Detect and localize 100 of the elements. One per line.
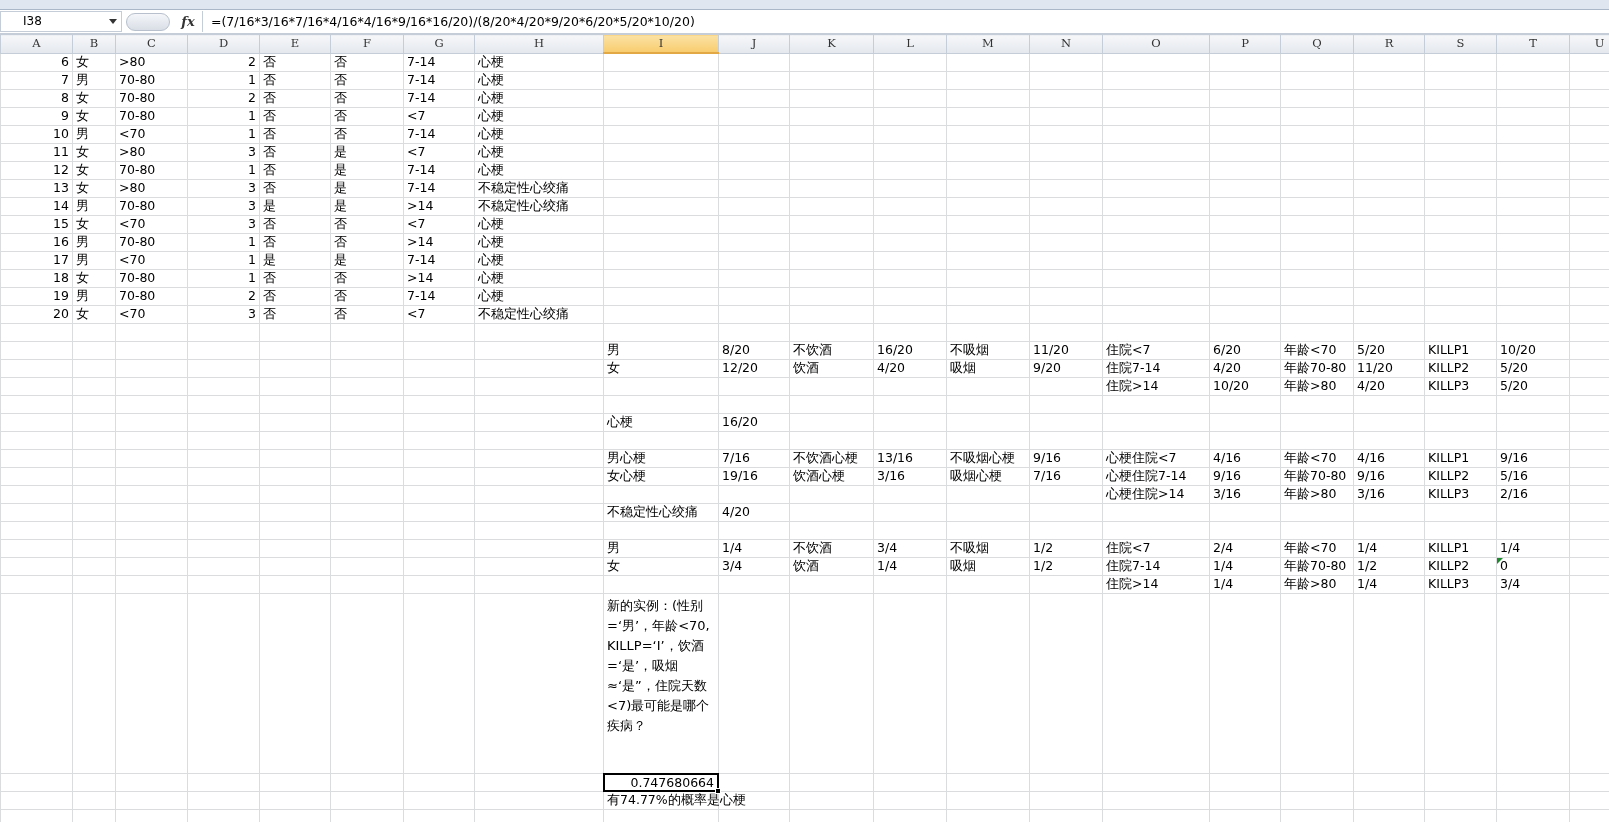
name-box[interactable]: I38 — [0, 11, 122, 32]
column-header[interactable]: D — [187, 34, 260, 54]
column-header[interactable]: N — [1029, 34, 1103, 54]
cell-value: 年龄<70 — [1283, 540, 1338, 556]
cell-value: 1 — [247, 162, 257, 179]
column-header[interactable]: U — [1569, 34, 1609, 54]
cell-value: 5/16 — [1499, 468, 1530, 484]
cell-value: 心梗 — [477, 270, 505, 286]
cell-value: 不饮酒心梗 — [792, 450, 859, 466]
cell-value: 否 — [262, 90, 277, 106]
column-header[interactable]: L — [873, 34, 947, 54]
column-header[interactable]: F — [330, 34, 404, 54]
cell-value: 20 — [52, 306, 70, 323]
cell-value: 心梗 — [606, 414, 634, 430]
cell-value: 1/4 — [1499, 540, 1522, 556]
cell-value: 是 — [262, 198, 277, 214]
cell-value: 6 — [60, 54, 70, 71]
cell-value: >14 — [406, 234, 435, 250]
cell-value: 70-80 — [118, 72, 157, 88]
column-header[interactable]: O — [1102, 34, 1210, 54]
cell-value: 女 — [75, 216, 90, 232]
cell-value: 否 — [333, 306, 348, 322]
cell-value: 否 — [333, 108, 348, 124]
cell-value: 70-80 — [118, 270, 157, 286]
cell-value: 男 — [75, 72, 90, 88]
cell-value: 2 — [247, 54, 257, 71]
cell-value: 5/20 — [1356, 342, 1387, 358]
cell-value: <70 — [118, 126, 147, 142]
cell-value: 新的实例：(性别=‘男’，年龄<70,KILLP=‘I’，饮酒=‘是’，吸烟≈‘是”，住院天数<7)最可能是哪个疾病？ — [606, 596, 711, 735]
column-header[interactable]: A — [0, 34, 73, 54]
cell-value: 是 — [333, 198, 348, 214]
column-header[interactable]: M — [946, 34, 1030, 54]
cell-value: 是 — [333, 252, 348, 268]
formula-field[interactable]: =(7/16*3/16*7/16*4/16*4/16*9/16*16/20)/(8/20*4/20*9/20*6/20*5/20*10/20) — [202, 11, 1609, 32]
cell-value: 1 — [247, 108, 257, 125]
column-header[interactable]: B — [72, 34, 116, 54]
cell-value: 不饮酒 — [792, 342, 833, 358]
column-header[interactable]: G — [403, 34, 475, 54]
cell-value: 1 — [247, 126, 257, 143]
column-header[interactable]: J — [718, 34, 790, 54]
cell-value: 1/2 — [1032, 540, 1055, 556]
cell-value: 心梗 — [477, 72, 505, 88]
column-header[interactable]: P — [1209, 34, 1281, 54]
error-indicator-icon[interactable] — [1497, 558, 1503, 565]
cell-value: 女 — [75, 144, 90, 160]
cell-value: <70 — [118, 216, 147, 232]
cell-value: 是 — [333, 180, 348, 196]
cell-value: >14 — [406, 198, 435, 214]
cell-value: 年龄>80 — [1283, 378, 1338, 394]
cell-value: KILLP1 — [1427, 342, 1471, 358]
cell-value: 3 — [247, 198, 257, 215]
cell-value: 男心梗 — [606, 450, 647, 466]
cell-value: 7-14 — [406, 180, 437, 196]
cell-value: 16/20 — [721, 414, 760, 430]
column-header[interactable]: S — [1424, 34, 1497, 54]
cell-value: 心梗 — [477, 144, 505, 160]
column-header[interactable]: K — [789, 34, 874, 54]
resize-handle[interactable] — [126, 12, 170, 31]
cell-value: 不稳定性心绞痛 — [477, 198, 570, 214]
cell-value: 女 — [75, 108, 90, 124]
cell-value: 3 — [247, 144, 257, 161]
cell-value: 否 — [262, 162, 277, 178]
cell-value: 心梗住院>14 — [1105, 486, 1186, 502]
caret-icon[interactable] — [109, 19, 117, 24]
column-header[interactable]: C — [115, 34, 188, 54]
cell-value: 住院7-14 — [1105, 558, 1162, 574]
cell-value: 心梗 — [477, 288, 505, 304]
cell-value: 70-80 — [118, 198, 157, 214]
cell-value: >80 — [118, 54, 147, 70]
cell-value: 15 — [52, 216, 70, 233]
cell-value: 0 — [1497, 558, 1569, 575]
column-header[interactable]: I — [603, 34, 719, 54]
cell-value: <70 — [118, 252, 147, 268]
column-header[interactable]: E — [259, 34, 331, 54]
cell-value: 否 — [262, 108, 277, 124]
cell-value: 3/4 — [721, 558, 744, 574]
cell-value: 饮酒 — [792, 558, 820, 574]
cell-value: 是 — [333, 162, 348, 178]
cell-value: 70-80 — [118, 234, 157, 250]
cell-value: 否 — [262, 288, 277, 304]
column-header[interactable]: Q — [1280, 34, 1354, 54]
cell-value: 16/20 — [876, 342, 915, 358]
cell-value: 不稳定性心绞痛 — [477, 180, 570, 196]
cell-value: 女 — [75, 180, 90, 196]
cell-value: 16 — [52, 234, 70, 251]
cell-value: 4/20 — [1212, 360, 1243, 376]
cell-value: 女 — [75, 162, 90, 178]
cell-value: 住院<7 — [1105, 540, 1152, 556]
cell-value: 7-14 — [406, 288, 437, 304]
cell-value: 70-80 — [118, 162, 157, 178]
column-header[interactable]: H — [474, 34, 604, 54]
column-header[interactable]: R — [1353, 34, 1425, 54]
cell-value: 10/20 — [1212, 378, 1251, 394]
insert-function-button[interactable]: fx — [174, 11, 202, 32]
column-header[interactable]: T — [1496, 34, 1570, 54]
cell-value: 心梗 — [477, 234, 505, 250]
cell-value: 不吸烟 — [949, 540, 990, 556]
cell-value: 3 — [247, 216, 257, 233]
cell-value: 年龄70-80 — [1283, 558, 1348, 574]
cell-value: 7 — [60, 72, 70, 89]
